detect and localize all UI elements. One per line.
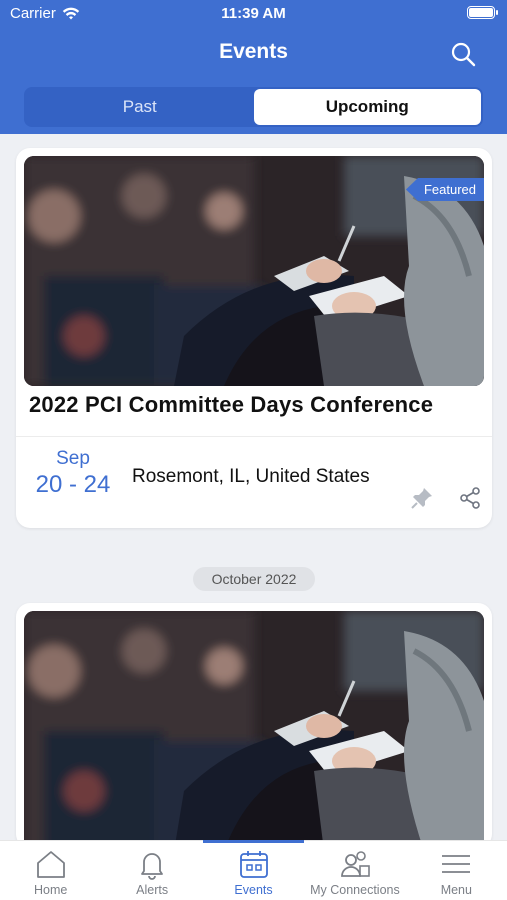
share-button[interactable]: [458, 486, 482, 510]
tab-alerts-label: Alerts: [136, 883, 169, 897]
event-card[interactable]: [16, 603, 492, 848]
bell-icon: [141, 853, 164, 880]
tab-home-label: Home: [34, 883, 68, 897]
calendar-icon: [239, 851, 268, 878]
tab-home[interactable]: Home: [0, 841, 101, 900]
bottom-tab-bar: Home Alerts Events My Connections Menu: [0, 840, 507, 900]
event-location: Rosemont, IL, United States: [132, 466, 370, 487]
share-icon: [460, 487, 480, 509]
event-days: 20 - 24: [35, 471, 111, 498]
connections-icon: [341, 851, 370, 877]
page-title: Events: [219, 40, 288, 63]
event-card[interactable]: Featured 2022 PCI Committee Days Confere…: [16, 148, 492, 528]
clock: 11:39 AM: [221, 5, 286, 22]
event-image: [24, 611, 484, 848]
app-header: Carrier 11:39 AM Events Past Upcoming: [0, 0, 507, 134]
status-bar: Carrier 11:39 AM: [0, 0, 507, 28]
home-icon: [36, 851, 65, 878]
event-month: Sep: [56, 448, 90, 469]
tab-my-connections[interactable]: My Connections: [304, 841, 405, 900]
tab-my-connections-label: My Connections: [310, 883, 400, 897]
battery-icon: [467, 6, 498, 19]
tab-past[interactable]: Past: [26, 89, 254, 125]
tab-upcoming[interactable]: Upcoming: [253, 89, 481, 125]
event-title: 2022 PCI Committee Days Conference: [29, 392, 434, 417]
pin-button[interactable]: [410, 486, 434, 510]
featured-badge: Featured: [405, 178, 484, 201]
event-image: Featured: [24, 156, 484, 386]
search-button[interactable]: [449, 40, 477, 68]
events-filter-segmented-control: Past Upcoming: [24, 87, 483, 127]
section-header-month: October 2022: [193, 567, 315, 591]
event-date: Sep 20 - 24: [28, 448, 118, 499]
tab-menu-label: Menu: [440, 883, 472, 897]
divider: [16, 436, 492, 437]
search-icon: [451, 42, 476, 67]
tab-menu[interactable]: Menu: [406, 841, 507, 900]
tab-events-label: Events: [234, 883, 273, 897]
tab-events[interactable]: Events: [202, 840, 305, 900]
menu-icon: [442, 855, 471, 873]
conference-photo: [24, 611, 484, 848]
pin-icon: [411, 488, 432, 509]
tab-alerts[interactable]: Alerts: [101, 841, 202, 900]
